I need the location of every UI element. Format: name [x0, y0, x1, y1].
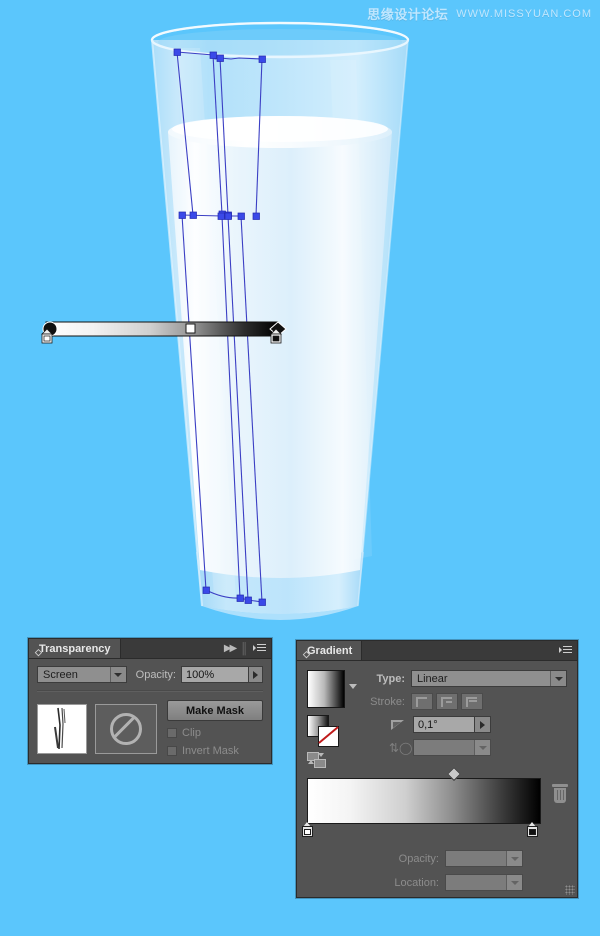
make-mask-button[interactable]: Make Mask: [167, 700, 263, 721]
chevron-down-icon: [506, 851, 522, 866]
thumbnail-art: [38, 704, 84, 751]
gradient-stop-start[interactable]: [302, 822, 313, 837]
clip-checkbox[interactable]: [167, 728, 177, 738]
chevron-down-icon: [474, 740, 490, 755]
transparency-body: Screen Opacity: 100% Make Mask Clip Inve…: [29, 659, 271, 765]
gradient-body: Type: Linear Stroke: 0,1° ⇅◯ Opacity: Lo…: [297, 661, 577, 899]
stop-opacity-label: Opacity:: [398, 852, 439, 865]
aspect-row: ⇅◯: [359, 739, 567, 756]
mask-controls: Make Mask Clip Invert Mask: [167, 700, 263, 757]
trash-icon[interactable]: [552, 784, 568, 804]
panel-menu-icon[interactable]: [559, 645, 572, 656]
stop-location-row: Location:: [307, 874, 567, 891]
tabbar-spacer: [120, 639, 219, 658]
screenshot-root: 思缘设计论坛 WWW.MISSYUAN.COM Transparency ▶▶ …: [0, 0, 600, 936]
panel-divider: [37, 690, 263, 692]
transparency-panel[interactable]: Transparency ▶▶ ║ Screen Opacity: 100% M…: [28, 638, 272, 764]
chevron-down-icon: [109, 667, 126, 682]
angle-icon: [391, 719, 405, 730]
type-label: Type:: [376, 672, 405, 685]
gradient-stop-fields: Opacity: Location:: [307, 850, 567, 891]
chevron-down-icon: [506, 875, 522, 890]
blend-mode-value: Screen: [43, 668, 78, 681]
gradient-stop-end[interactable]: [527, 822, 538, 837]
stroke-gradient-options: [411, 693, 483, 710]
tab-transparency[interactable]: Transparency: [29, 639, 121, 658]
no-mask-icon: [110, 712, 142, 745]
artboard-illustration[interactable]: [0, 0, 600, 636]
gradient-tabbar: Gradient: [297, 641, 577, 661]
gradient-type-value: Linear: [417, 672, 448, 685]
gradient-slider-area[interactable]: [302, 766, 568, 837]
opacity-spin-icon[interactable]: [249, 666, 263, 683]
gradient-ramp[interactable]: [307, 778, 541, 824]
apply-across-stroke-icon[interactable]: [461, 693, 483, 710]
gradient-angle-input[interactable]: 0,1°: [413, 716, 475, 733]
watermark: 思缘设计论坛 WWW.MISSYUAN.COM: [367, 4, 592, 24]
chevron-down-icon: [550, 671, 566, 686]
stop-location-input: [445, 874, 523, 891]
blend-opacity-row: Screen Opacity: 100%: [37, 666, 263, 683]
tab-separator: ║: [240, 642, 248, 655]
stop-opacity-input: [445, 850, 523, 867]
aspect-ratio-icon: ⇅◯: [389, 740, 413, 755]
tabbar-spacer: [362, 641, 554, 660]
opacity-stepper[interactable]: 100%: [181, 666, 263, 683]
gradient-aspect-input: [413, 739, 491, 756]
chevron-down-icon[interactable]: [349, 684, 357, 689]
opacity-label: Opacity:: [135, 668, 176, 681]
gradient-fields: Type: Linear Stroke: 0,1° ⇅◯: [357, 670, 567, 768]
panel-menu-icon[interactable]: [253, 643, 266, 654]
fill-stroke-icon[interactable]: [307, 715, 339, 747]
glass-of-milk-vector: [41, 21, 410, 620]
apply-along-stroke-icon[interactable]: [436, 693, 458, 710]
gradient-tabbar-controls: [554, 641, 577, 660]
stroke-swatch[interactable]: [318, 726, 339, 747]
mask-row: Make Mask Clip Invert Mask: [37, 700, 263, 757]
panel-resize-grip[interactable]: [565, 885, 575, 895]
reverse-gradient-icon[interactable]: [307, 752, 331, 768]
gradient-aspect-stepper: [413, 739, 491, 756]
gradient-panel[interactable]: Gradient Type: Linear Stroke: 0,1° ⇅◯ Op…: [296, 640, 578, 898]
gradient-panel-title: Gradient: [307, 644, 353, 657]
opacity-input[interactable]: 100%: [181, 666, 249, 683]
stroke-row: Stroke:: [359, 693, 567, 710]
transparency-panel-title: Transparency: [39, 642, 111, 655]
invert-mask-checkbox-row[interactable]: Invert Mask: [167, 745, 263, 757]
angle-row: 0,1°: [359, 716, 567, 733]
gradient-left-tools: [307, 670, 357, 768]
angle-dropdown-icon[interactable]: [475, 716, 491, 733]
gradient-type-select[interactable]: Linear: [411, 670, 567, 687]
clip-label: Clip: [182, 727, 201, 739]
tab-gradient[interactable]: Gradient: [297, 641, 363, 660]
gradient-angle-stepper[interactable]: 0,1°: [413, 716, 491, 733]
mask-thumbnail[interactable]: [95, 703, 157, 754]
stroke-label: Stroke:: [370, 695, 405, 708]
transparency-tabbar-controls: ▶▶ ║: [218, 639, 271, 658]
blend-mode-select[interactable]: Screen: [37, 666, 127, 683]
transparency-tabbar: Transparency ▶▶ ║: [29, 639, 271, 659]
double-arrow-icon[interactable]: ▶▶: [224, 643, 237, 654]
object-thumbnail[interactable]: [37, 703, 87, 754]
invert-mask-checkbox[interactable]: [167, 746, 177, 756]
clip-checkbox-row[interactable]: Clip: [167, 727, 263, 739]
stop-location-label: Location:: [394, 876, 439, 889]
gradient-top-area: Type: Linear Stroke: 0,1° ⇅◯: [307, 670, 567, 768]
apply-within-stroke-icon[interactable]: [411, 693, 433, 710]
watermark-chinese: 思缘设计论坛: [367, 8, 449, 23]
watermark-url: WWW.MISSYUAN.COM: [456, 7, 592, 20]
gradient-swatch[interactable]: [307, 670, 345, 708]
stop-opacity-row: Opacity:: [307, 850, 567, 867]
invert-mask-label: Invert Mask: [182, 745, 239, 757]
type-row: Type: Linear: [359, 670, 567, 687]
